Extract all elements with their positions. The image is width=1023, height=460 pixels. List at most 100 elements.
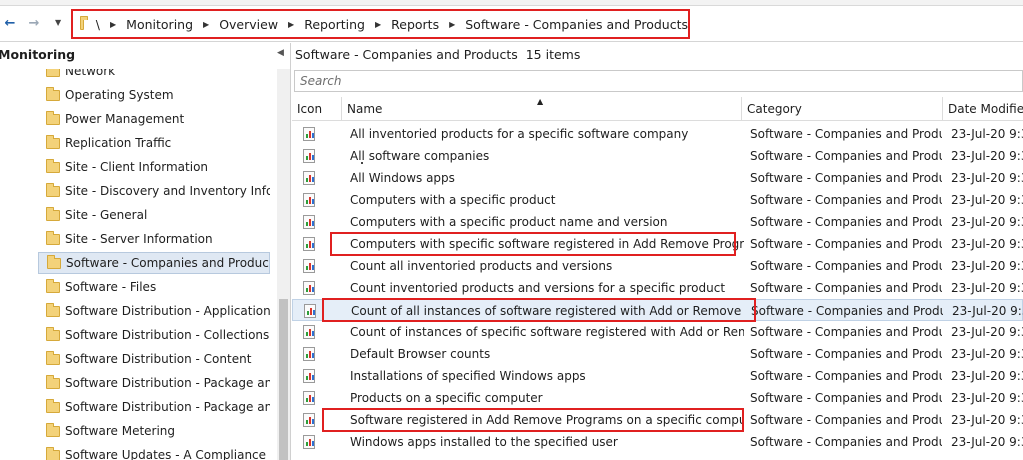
search-input[interactable] <box>295 71 1022 91</box>
report-icon <box>301 145 317 167</box>
report-icon <box>301 233 317 255</box>
nav-item[interactable]: Site - Discovery and Inventory Informat <box>38 180 270 202</box>
nav-item[interactable]: Software Distribution - Package and Pr <box>38 396 270 418</box>
report-icon <box>301 123 317 145</box>
report-icon <box>301 167 317 189</box>
report-date-modified: 23-Jul-20 9:3 <box>951 391 1023 405</box>
report-name[interactable]: Default Browser counts <box>350 343 744 365</box>
report-date-modified: 23-Jul-20 9:3 <box>951 413 1023 427</box>
nav-item[interactable]: Software Metering <box>38 420 270 442</box>
table-row[interactable]: Count inventoried products and versions … <box>292 277 1023 299</box>
nav-item[interactable]: Software - Files <box>38 276 270 298</box>
breadcrumb-separator-icon[interactable]: ▶ <box>375 20 381 29</box>
navigation-tree: Network Operating System Power Management R… <box>0 69 277 460</box>
report-name[interactable]: Count of all instances of software regis… <box>351 300 745 322</box>
table-row[interactable]: Computers with specific software registe… <box>292 233 1023 255</box>
report-category: Software - Companies and Produ... <box>750 127 942 141</box>
column-header-category[interactable]: Category <box>742 97 943 121</box>
nav-item-label: Software - Files <box>65 280 157 294</box>
results-count: 15 items <box>525 47 581 62</box>
table-row[interactable]: Windows apps installed to the specified … <box>292 431 1023 453</box>
table-row[interactable]: Computers with a specific product Softwar… <box>292 189 1023 211</box>
folder-icon <box>46 278 60 293</box>
breadcrumb-separator-icon[interactable]: ▶ <box>449 20 455 29</box>
report-date-modified: 23-Jul-20 9:3 <box>951 237 1023 251</box>
folder-icon <box>46 206 60 221</box>
nav-item[interactable]: Software Distribution - Collections <box>38 324 270 346</box>
report-icon <box>301 431 317 453</box>
breadcrumb-reports[interactable]: Reports <box>391 17 439 32</box>
nav-item[interactable]: Software Updates - A Compliance <box>38 444 270 460</box>
nav-item[interactable]: Site - General <box>38 204 270 226</box>
table-row[interactable]: Software registered in Add Remove Progra… <box>292 409 1023 431</box>
report-date-modified: 23-Jul-20 9:3 <box>951 369 1023 383</box>
report-name[interactable]: Products on a specific computer <box>350 387 744 409</box>
report-name[interactable]: Computers with a specific product <box>350 189 744 211</box>
nav-item-label: Site - General <box>65 208 148 222</box>
breadcrumb-monitoring[interactable]: Monitoring <box>126 17 193 32</box>
report-name[interactable]: Software registered in Add Remove Progra… <box>350 409 744 431</box>
collapse-pane-icon[interactable]: ◀ <box>277 48 284 58</box>
table-row[interactable]: All software companies Software - Compani… <box>292 145 1023 167</box>
report-date-modified: 23-Jul-20 9:3 <box>951 171 1023 185</box>
report-name[interactable]: All inventoried products for a specific … <box>350 123 744 145</box>
nav-item[interactable]: Software Distribution - Application Mo <box>38 300 270 322</box>
report-category: Software - Companies and Produ... <box>750 369 942 383</box>
table-row[interactable]: Products on a specific computer Software … <box>292 387 1023 409</box>
nav-item[interactable]: Software Distribution - Content <box>38 348 270 370</box>
nav-item[interactable]: Site - Client Information <box>38 156 270 178</box>
nav-item[interactable]: Power Management <box>38 108 270 130</box>
scrollbar-thumb[interactable] <box>279 299 288 460</box>
report-icon <box>301 409 317 431</box>
nav-item[interactable]: Operating System <box>38 84 270 106</box>
report-category: Software - Companies and Produ... <box>750 325 942 339</box>
breadcrumb-separator-icon[interactable]: ▶ <box>110 20 116 29</box>
report-name[interactable]: Computers with a specific product name a… <box>350 211 744 233</box>
nav-item[interactable]: Software Distribution - Package and Pr <box>38 372 270 394</box>
report-name[interactable]: All Windows apps <box>350 167 744 189</box>
history-dropdown-icon[interactable]: ▼ <box>55 18 61 27</box>
table-row[interactable]: Count of instances of specific software … <box>292 321 1023 343</box>
nav-item-label: Software - Companies and Products <box>66 256 270 270</box>
table-row[interactable]: All inventoried products for a specific … <box>292 123 1023 145</box>
nav-item[interactable]: Site - Server Information <box>38 228 270 250</box>
forward-arrow-icon[interactable]: → <box>24 13 44 33</box>
nav-item-label: Software Distribution - Package and Pr <box>65 376 270 390</box>
table-row[interactable]: Computers with a specific product name a… <box>292 211 1023 233</box>
nav-item[interactable]: Replication Traffic <box>38 132 270 154</box>
breadcrumb-reporting[interactable]: Reporting <box>304 17 365 32</box>
breadcrumb-software-companies-and-products[interactable]: Software - Companies and Products <box>465 17 688 32</box>
column-header-icon[interactable]: Icon <box>292 97 342 121</box>
report-category: Software - Companies and Produ... <box>750 347 942 361</box>
report-name[interactable]: Count of instances of specific software … <box>350 321 744 343</box>
breadcrumb-separator-icon[interactable]: ▶ <box>203 20 209 29</box>
report-date-modified: 23-Jul-20 9:3 <box>951 281 1023 295</box>
report-name[interactable]: Count inventoried products and versions … <box>350 277 744 299</box>
report-category: Software - Companies and Produ... <box>751 304 943 318</box>
report-name[interactable]: Count all inventoried products and versi… <box>350 255 744 277</box>
report-category: Software - Companies and Produ... <box>750 435 942 449</box>
report-name[interactable]: Installations of specified Windows apps <box>350 365 744 387</box>
table-row[interactable]: Count of all instances of software regis… <box>292 299 1023 321</box>
nav-item[interactable]: Software - Companies and Products <box>38 252 270 274</box>
breadcrumb-overview[interactable]: Overview <box>219 17 278 32</box>
table-row[interactable]: Default Browser counts Software - Compani… <box>292 343 1023 365</box>
nav-item-label: Software Distribution - Package and Pr <box>65 400 270 414</box>
navigation-scrollbar[interactable] <box>277 69 290 460</box>
search-box[interactable] <box>294 70 1023 92</box>
report-name[interactable]: Computers with specific software registe… <box>350 233 744 255</box>
address-bar-breadcrumb[interactable]: \ ▶ Monitoring ▶ Overview ▶ Reporting ▶ … <box>71 9 690 39</box>
report-category: Software - Companies and Produ... <box>750 171 942 185</box>
breadcrumb-root[interactable]: \ <box>96 17 100 32</box>
folder-icon <box>46 110 60 125</box>
breadcrumb-separator-icon[interactable]: ▶ <box>288 20 294 29</box>
column-header-date-modified[interactable]: Date Modifie <box>943 97 1023 121</box>
table-row[interactable]: All Windows apps Software - Companies and… <box>292 167 1023 189</box>
report-name[interactable]: All software companies <box>350 145 744 167</box>
report-name[interactable]: Windows apps installed to the specified … <box>350 431 744 453</box>
back-arrow-icon[interactable]: ← <box>0 13 20 33</box>
table-row[interactable]: Count all inventoried products and versi… <box>292 255 1023 277</box>
results-title: Software - Companies and Products 15 ite… <box>295 47 580 62</box>
table-row[interactable]: Installations of specified Windows apps S… <box>292 365 1023 387</box>
nav-item[interactable]: Network <box>38 69 270 82</box>
